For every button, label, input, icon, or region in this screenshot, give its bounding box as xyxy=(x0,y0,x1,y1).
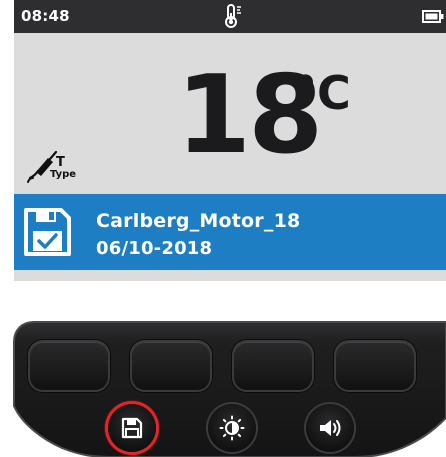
softkey-2[interactable] xyxy=(132,342,210,390)
device-screen: 08:48 18 °C T Type Carlberg_Motor_18 06/… xyxy=(14,0,446,281)
save-icon xyxy=(121,417,143,439)
record-date: 06/10-2018 xyxy=(96,238,213,259)
softkey-4[interactable] xyxy=(336,342,414,390)
thermometer-icon xyxy=(225,4,241,28)
saved-record-bar[interactable]: Carlberg_Motor_18 06/10-2018 xyxy=(14,194,446,270)
status-bar: 08:48 xyxy=(14,0,446,33)
probe-type-label: Type xyxy=(50,169,77,180)
save-button[interactable] xyxy=(108,404,156,452)
temperature-unit: °C xyxy=(294,66,351,120)
brightness-button[interactable] xyxy=(208,404,256,452)
record-name: Carlberg_Motor_18 xyxy=(96,210,301,232)
softkey-3[interactable] xyxy=(234,342,312,390)
device-display: 08:48 18 °C T Type Carlberg_Motor_18 06/… xyxy=(0,0,446,457)
status-time: 08:48 xyxy=(21,7,70,25)
volume-button[interactable] xyxy=(306,404,354,452)
softkey-1[interactable] xyxy=(30,342,108,390)
save-check-icon xyxy=(24,208,71,256)
brightness-icon xyxy=(219,415,245,441)
temperature-reading: 18 °C xyxy=(176,62,396,174)
battery-icon xyxy=(422,10,444,23)
speaker-icon xyxy=(320,420,341,436)
probe-type-letter: T xyxy=(56,155,65,170)
keypad xyxy=(12,320,446,457)
